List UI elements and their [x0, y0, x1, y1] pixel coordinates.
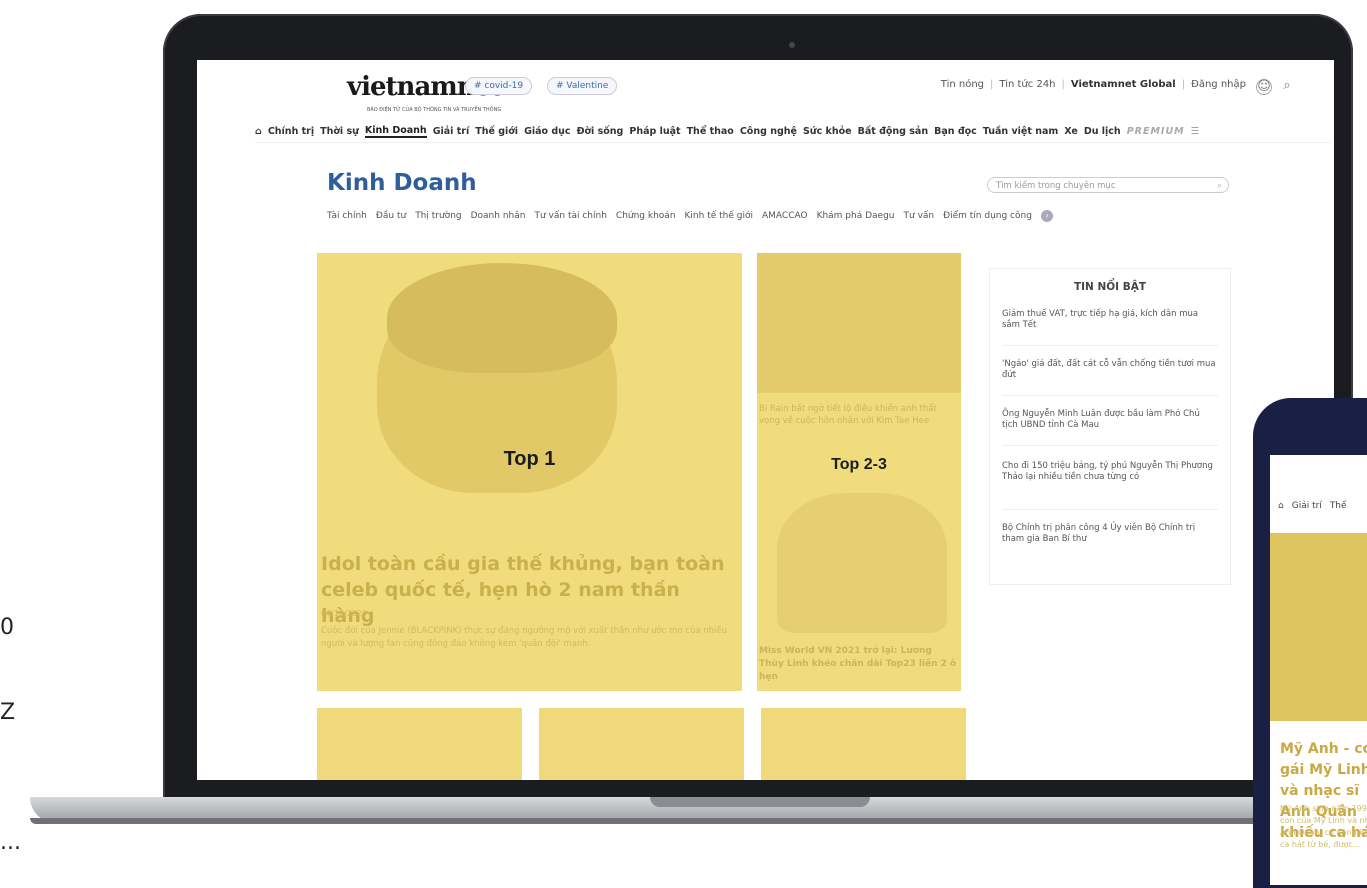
- article-thumbnail[interactable]: [317, 708, 522, 780]
- laptop-notch: [650, 797, 870, 807]
- phone-nav-item[interactable]: Thế: [1330, 501, 1347, 511]
- nav-item[interactable]: Tuần việt nam: [983, 126, 1059, 137]
- subnav-item[interactable]: Doanh nhân: [471, 211, 526, 221]
- top1-date: 07/10/2021: [321, 609, 368, 618]
- subnav-item[interactable]: AMACCAO: [762, 211, 808, 221]
- top1-article-card[interactable]: Top 1 Idol toàn cầu gia thế khủng, bạn t…: [317, 253, 742, 691]
- site-logo-subtitle: BÁO ĐIỆN TỬ CỦA BỘ THÔNG TIN VÀ TRUYỀN T…: [367, 107, 502, 113]
- featured-news-box: TIN NỔI BẬT Giảm thuế VAT, trực tiếp hạ …: [989, 268, 1231, 585]
- phone-nav: ⌂ Giải trí Thế: [1278, 501, 1347, 511]
- nav-item[interactable]: Công nghệ: [740, 126, 797, 137]
- nav-item[interactable]: Pháp luật: [629, 126, 680, 137]
- article-image: [757, 253, 961, 393]
- nav-item[interactable]: Bạn đọc: [934, 126, 977, 137]
- nav-item[interactable]: Xe: [1064, 126, 1078, 137]
- nav-item[interactable]: Thời sự: [320, 126, 359, 137]
- top-links: Tin nóng | Tin tức 24h | Vietnamnet Glob…: [940, 79, 1246, 90]
- tag-covid[interactable]: # covid-19: [465, 77, 533, 95]
- nav-item[interactable]: Thế giới: [475, 126, 518, 137]
- phone-article-image[interactable]: [1270, 533, 1367, 721]
- laptop-screen: vietnamnet BÁO ĐIỆN TỬ CỦA BỘ THÔNG TIN …: [197, 60, 1334, 780]
- top3-title[interactable]: Miss World VN 2021 trở lại: Lương Thùy L…: [759, 645, 957, 684]
- subnav-item[interactable]: Tài chính: [327, 211, 367, 221]
- phone-nav-item[interactable]: Giải trí: [1292, 501, 1322, 511]
- nav-item[interactable]: Giải trí: [433, 126, 470, 137]
- camera-icon: [789, 42, 795, 48]
- top1-title[interactable]: Idol toàn cầu gia thế khủng, bạn toàn ce…: [321, 551, 731, 629]
- divider: [1002, 445, 1218, 446]
- search-icon[interactable]: ⌕: [1280, 79, 1294, 93]
- menu-icon[interactable]: ☰: [1191, 126, 1200, 137]
- subnav-item[interactable]: Kinh tế thế giới: [685, 211, 753, 221]
- subnav-item[interactable]: Thị trường: [415, 211, 461, 221]
- nav-item[interactable]: Du lịch: [1084, 126, 1121, 137]
- subnav-item[interactable]: Điểm tín dụng công: [943, 211, 1032, 221]
- tag-valentine[interactable]: # Valentine: [547, 77, 618, 95]
- edge-text-2: Z: [0, 700, 16, 725]
- subnav-item[interactable]: Đầu tư: [376, 211, 406, 221]
- top2-title[interactable]: Bi Rain bất ngờ tiết lộ điều khiến anh t…: [759, 403, 957, 427]
- search-icon: ⌕: [1217, 181, 1222, 191]
- nav-item[interactable]: Bất động sản: [858, 126, 929, 137]
- nav-item[interactable]: Giáo dục: [524, 126, 571, 137]
- divider: [1002, 395, 1218, 396]
- subnav-item[interactable]: Tư vấn: [904, 211, 935, 221]
- nav-item[interactable]: Thể thao: [687, 126, 734, 137]
- featured-news-item[interactable]: Giảm thuế VAT, trực tiếp hạ giá, kích dâ…: [1002, 309, 1218, 331]
- link-tin-tuc-24h[interactable]: Tin tức 24h: [999, 79, 1055, 90]
- edge-text-3: ...: [0, 830, 21, 855]
- featured-news-item[interactable]: 'Ngáo' giá đất, đất cát cỗ vẫn chống tiề…: [1002, 359, 1218, 381]
- laptop-base-edge: [30, 818, 1360, 824]
- chevron-right-icon[interactable]: ›: [1040, 210, 1053, 222]
- nav-item[interactable]: Đời sống: [577, 126, 624, 137]
- article-thumbnail[interactable]: [761, 708, 966, 780]
- top1-description: Cuộc đời của Jennie (BLACKPINK) thực sự …: [321, 626, 727, 649]
- featured-news-heading: TIN NỔI BẬT: [1073, 281, 1147, 293]
- subnav-item[interactable]: Tư vấn tài chính: [534, 211, 606, 221]
- article-image: [777, 493, 947, 633]
- phone-screen: ⌂ Giải trí Thế Mỹ Anh - con gái Mỹ Linh …: [1270, 455, 1367, 885]
- user-icon[interactable]: ☺: [1256, 79, 1272, 95]
- featured-news-item[interactable]: Ông Nguyễn Minh Luân được bầu làm Phó Ch…: [1002, 409, 1218, 431]
- section-title: Kinh Doanh: [327, 170, 477, 196]
- link-global[interactable]: Vietnamnet Global: [1071, 79, 1176, 90]
- article-image-detail: [387, 263, 617, 373]
- login-link[interactable]: Đăng nhập: [1191, 79, 1246, 90]
- phone-article-description: Mỹ Anh sinh năm 1996, là con của Mỹ Linh…: [1280, 804, 1367, 849]
- divider: [1002, 509, 1218, 510]
- home-icon[interactable]: ⌂: [255, 126, 262, 137]
- edge-text-1: 0: [0, 615, 14, 640]
- main-nav: ⌂ Chính trị Thời sự Kinh Doanh Giải trí …: [255, 120, 1330, 143]
- sub-nav: Tài chính Đầu tư Thị trường Doanh nhân T…: [327, 210, 1053, 222]
- subnav-item[interactable]: Khám phá Daegu: [817, 211, 895, 221]
- nav-item[interactable]: Sức khỏe: [803, 126, 852, 137]
- home-icon[interactable]: ⌂: [1278, 501, 1284, 511]
- top2-3-label: Top 2-3: [831, 456, 887, 473]
- nav-item-premium[interactable]: PREMIUM: [1127, 126, 1185, 137]
- link-tin-nong[interactable]: Tin nóng: [941, 79, 984, 90]
- top2-3-article-card[interactable]: Bi Rain bất ngờ tiết lộ điều khiến anh t…: [757, 253, 961, 691]
- featured-news-item[interactable]: Cho đi 150 triệu bảng, tỷ phú Nguyễn Thị…: [1002, 461, 1218, 483]
- nav-item[interactable]: Chính trị: [268, 126, 314, 137]
- subnav-item[interactable]: Chứng khoán: [616, 211, 676, 221]
- top1-label: Top 1: [503, 448, 556, 470]
- featured-news-item[interactable]: Bộ Chính trị phân công 4 Ủy viên Bộ Chín…: [1002, 523, 1218, 545]
- divider: [1002, 345, 1218, 346]
- article-thumbnail[interactable]: [539, 708, 744, 780]
- nav-item-active[interactable]: Kinh Doanh: [364, 125, 427, 138]
- section-search-input[interactable]: Tìm kiếm trong chuyên mục ⌕: [987, 177, 1229, 193]
